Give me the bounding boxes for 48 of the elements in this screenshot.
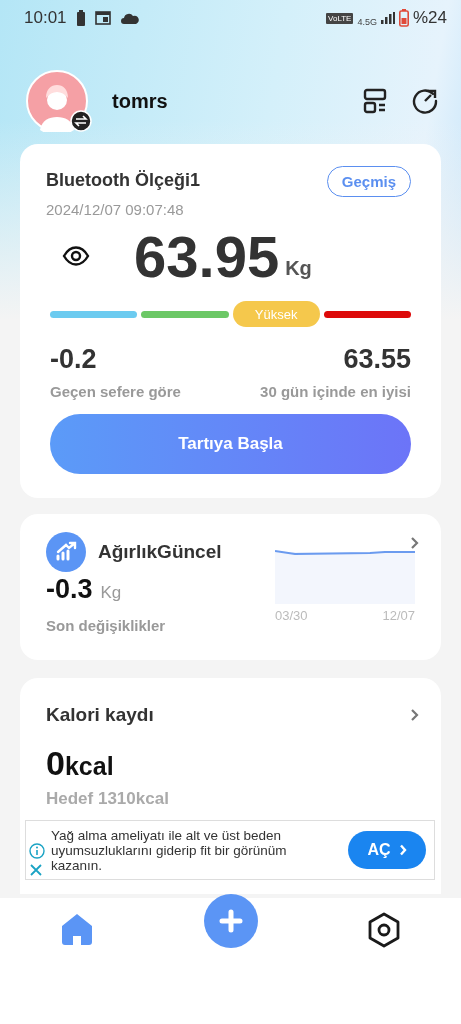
cloud-icon xyxy=(120,12,139,24)
layout-icon[interactable] xyxy=(363,88,387,114)
calorie-unit: kcal xyxy=(64,752,114,781)
device-name: Bluetooth Ölçeği1 xyxy=(46,170,200,191)
change-value: -0.3 xyxy=(46,574,93,605)
card-title: Kalori kaydı xyxy=(46,704,154,726)
add-button[interactable] xyxy=(203,894,258,948)
chart-icon xyxy=(46,532,86,572)
eye-icon[interactable] xyxy=(62,246,90,266)
username: tomrs xyxy=(112,89,168,113)
weight-value: 63.95 xyxy=(134,224,280,290)
trend-card[interactable]: AğırlıkGüncel -0.3 Kg Son değişiklikler 03/30 12/07 xyxy=(20,514,441,660)
measurement-time: 2024/12/07 09:07:48 xyxy=(46,201,185,218)
stat-value: -0.2 xyxy=(50,344,98,375)
stat-label: Geçen sefere göre xyxy=(50,383,181,400)
network-type: 4.5G xyxy=(357,17,377,27)
stat-label: 30 gün içinde en iyisi xyxy=(260,383,411,400)
battery-icon xyxy=(76,10,85,26)
battery-icon xyxy=(398,9,409,27)
calorie-goal: Hedef 1310kcal xyxy=(46,789,170,809)
level-badge: Yüksek xyxy=(232,301,320,327)
battery-percent: %24 xyxy=(412,8,447,28)
change-unit: Kg xyxy=(100,583,122,603)
stat-value: 63.55 xyxy=(343,344,411,375)
card-title: AğırlıkGüncel xyxy=(98,541,222,563)
network-badge: VoLTE xyxy=(326,12,354,24)
open-button[interactable]: AÇ xyxy=(348,831,426,869)
start-weighing-button[interactable]: Tartıya Başla xyxy=(50,414,411,474)
home-icon[interactable] xyxy=(60,912,94,946)
weight-unit: Kg xyxy=(285,257,312,280)
calendar-icon xyxy=(94,11,111,25)
chevron-right-icon xyxy=(398,844,407,856)
change-caption: Son değişiklikler xyxy=(46,617,166,634)
chevron-right-icon[interactable] xyxy=(410,708,419,722)
refresh-icon[interactable] xyxy=(411,87,439,115)
settings-icon[interactable] xyxy=(367,912,401,948)
calorie-value: 0 xyxy=(46,744,65,783)
chevron-right-icon[interactable] xyxy=(410,536,419,550)
avatar xyxy=(26,70,88,132)
switch-icon[interactable] xyxy=(70,110,92,132)
axis-label: 12/07 xyxy=(382,608,415,623)
ad-text: Yağ alma ameliyatı ile alt ve üst beden uyumsuzluklarını giderip fit bir görünüm kazanın. xyxy=(51,827,288,873)
history-button[interactable]: Geçmiş xyxy=(326,166,411,197)
axis-label: 03/30 xyxy=(275,608,308,623)
clock-time: 10:01 xyxy=(24,8,67,28)
close-icon[interactable] xyxy=(29,863,43,877)
signal-icon xyxy=(380,12,395,24)
info-icon[interactable] xyxy=(29,843,45,859)
